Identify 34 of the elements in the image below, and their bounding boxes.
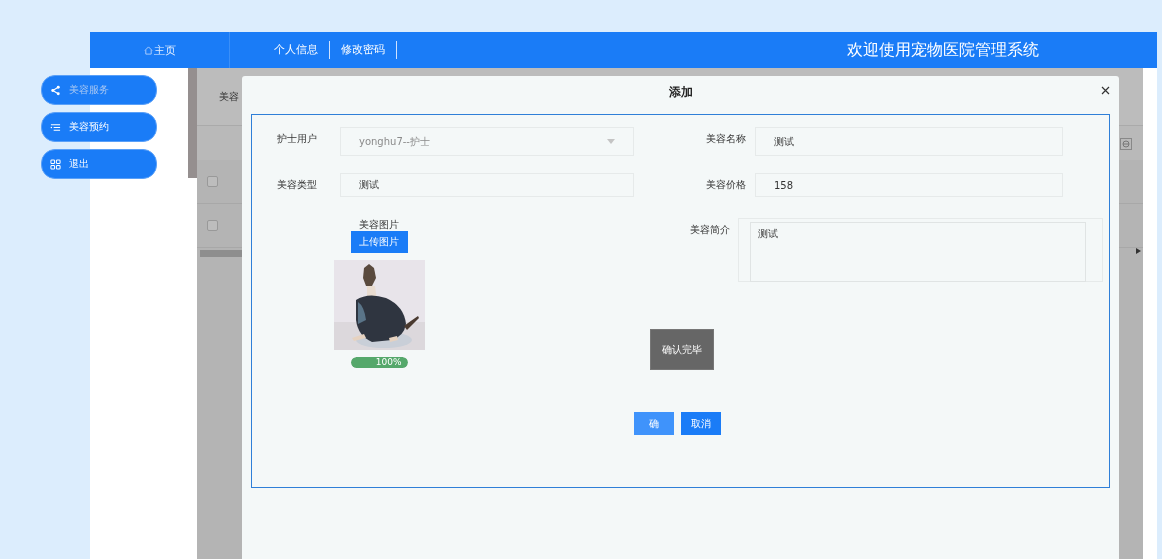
row-checkbox[interactable] xyxy=(207,176,218,187)
share-icon xyxy=(50,84,61,96)
sidebar-item[interactable]: 美容预约 xyxy=(41,112,157,142)
input-field[interactable]: 158 xyxy=(755,173,1063,197)
input-field[interactable]: 测试 xyxy=(340,173,634,197)
field-label: 美容图片 xyxy=(359,218,399,231)
nav-link[interactable]: 个人信息 xyxy=(263,41,330,59)
scrollbar-thumb[interactable] xyxy=(188,68,197,178)
progress-reading: 100% xyxy=(375,357,402,368)
field-label: 美容名称 xyxy=(705,132,747,146)
input-field[interactable]: 测试 xyxy=(755,127,1063,156)
printer-icon[interactable] xyxy=(1120,138,1132,150)
sidebar-item[interactable]: 美容服务 xyxy=(41,75,157,105)
field-label: 美容简介 xyxy=(689,223,731,237)
upload-button[interactable]: 上传图片 xyxy=(350,231,408,253)
confirm-done-button[interactable]: 确认完毕 xyxy=(650,329,714,370)
dialog-button[interactable]: 确 xyxy=(634,412,674,435)
home-icon xyxy=(143,45,153,55)
sidebar-item[interactable]: 退出 xyxy=(41,149,157,179)
row-checkbox[interactable] xyxy=(207,220,218,231)
dialog-title: 添加 xyxy=(668,83,693,101)
app-title: 欢迎使用宠物医院管理系统 xyxy=(847,39,1039,61)
grid-icon xyxy=(50,158,61,170)
caret-icon xyxy=(607,139,615,144)
arrow-right-icon[interactable] xyxy=(1136,248,1141,254)
textarea-field[interactable]: 测试 xyxy=(750,222,1086,282)
nav-link[interactable]: 修改密码 xyxy=(330,41,397,59)
close-icon[interactable] xyxy=(1101,86,1110,95)
field-label: 护士用户 xyxy=(276,132,318,146)
column-header: 美容 xyxy=(219,89,239,104)
field-label: 美容类型 xyxy=(276,178,318,192)
list-icon xyxy=(50,121,61,133)
dialog-button[interactable]: 取消 xyxy=(681,412,721,435)
field-label: 美容价格 xyxy=(705,178,747,192)
